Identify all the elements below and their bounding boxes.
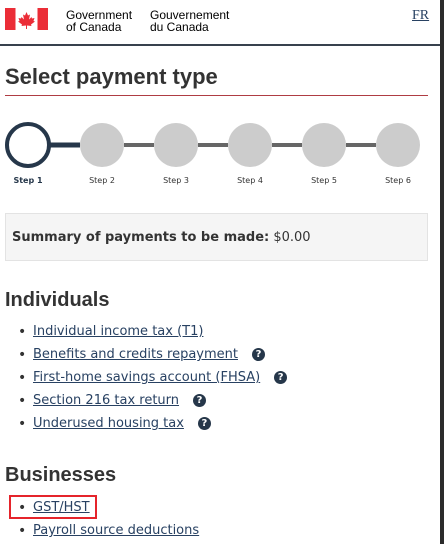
- help-icon[interactable]: ?: [197, 417, 211, 430]
- page-title: Select payment type: [5, 64, 218, 89]
- gov-name-fr: Gouvernement du Canada: [150, 9, 229, 33]
- language-toggle-link[interactable]: FR: [412, 8, 429, 24]
- individuals-heading: Individuals: [5, 289, 110, 311]
- fhsa-link[interactable]: First-home savings account (FHSA): [33, 370, 260, 385]
- title-underline: [5, 95, 428, 96]
- gov-fr-line2: du Canada: [150, 20, 209, 34]
- list-item: Underused housing tax?: [18, 414, 287, 437]
- step-3-label: Step 3: [163, 176, 189, 185]
- list-item: Section 216 tax return?: [18, 391, 287, 414]
- summary-label: Summary of payments to be made:: [12, 230, 270, 245]
- list-item: Payroll source deductions: [18, 521, 199, 544]
- step-4-circle: [228, 123, 272, 167]
- section-216-link[interactable]: Section 216 tax return: [33, 393, 179, 408]
- payment-summary-box: Summary of payments to be made: $0.00: [5, 213, 428, 261]
- businesses-heading: Businesses: [5, 464, 117, 486]
- help-icon[interactable]: ?: [274, 371, 288, 384]
- list-item: Benefits and credits repayment?: [18, 345, 287, 368]
- individual-income-tax-link[interactable]: Individual income tax (T1): [33, 324, 203, 339]
- step-2-label: Step 2: [89, 176, 115, 185]
- summary-amount: $0.00: [273, 230, 311, 245]
- step-5-label: Step 5: [311, 176, 337, 185]
- canada-flag-icon: [5, 8, 48, 30]
- stepper-graphic: [5, 122, 420, 168]
- list-item: Individual income tax (T1): [18, 322, 287, 345]
- step-3-circle: [154, 123, 198, 167]
- benefits-repayment-link[interactable]: Benefits and credits repayment: [33, 347, 238, 362]
- scrollbar[interactable]: [440, 0, 444, 544]
- site-header: Government of Canada Gouvernement du Can…: [0, 0, 440, 46]
- step-5-circle: [302, 123, 346, 167]
- step-1-label: Step 1: [13, 176, 43, 185]
- step-6-circle: [376, 123, 420, 167]
- step-6-label: Step 6: [385, 176, 411, 185]
- gov-name-en: Government of Canada: [66, 9, 132, 33]
- individuals-list: Individual income tax (T1) Benefits and …: [18, 322, 288, 437]
- step-4-label: Step 4: [237, 176, 263, 185]
- gov-en-line2: of Canada: [66, 20, 122, 34]
- help-icon[interactable]: ?: [251, 348, 265, 361]
- list-item: First-home savings account (FHSA)?: [18, 368, 288, 391]
- step-2-circle: [80, 123, 124, 167]
- gst-hst-highlight-box: [9, 495, 97, 519]
- step-1-circle: [5, 122, 51, 168]
- payroll-source-deductions-link[interactable]: Payroll source deductions: [33, 523, 199, 538]
- progress-stepper: Step 1 Step 2 Step 3 Step 4 Step 5 Step …: [0, 118, 440, 194]
- underused-housing-tax-link[interactable]: Underused housing tax: [33, 416, 184, 431]
- help-icon[interactable]: ?: [193, 394, 207, 407]
